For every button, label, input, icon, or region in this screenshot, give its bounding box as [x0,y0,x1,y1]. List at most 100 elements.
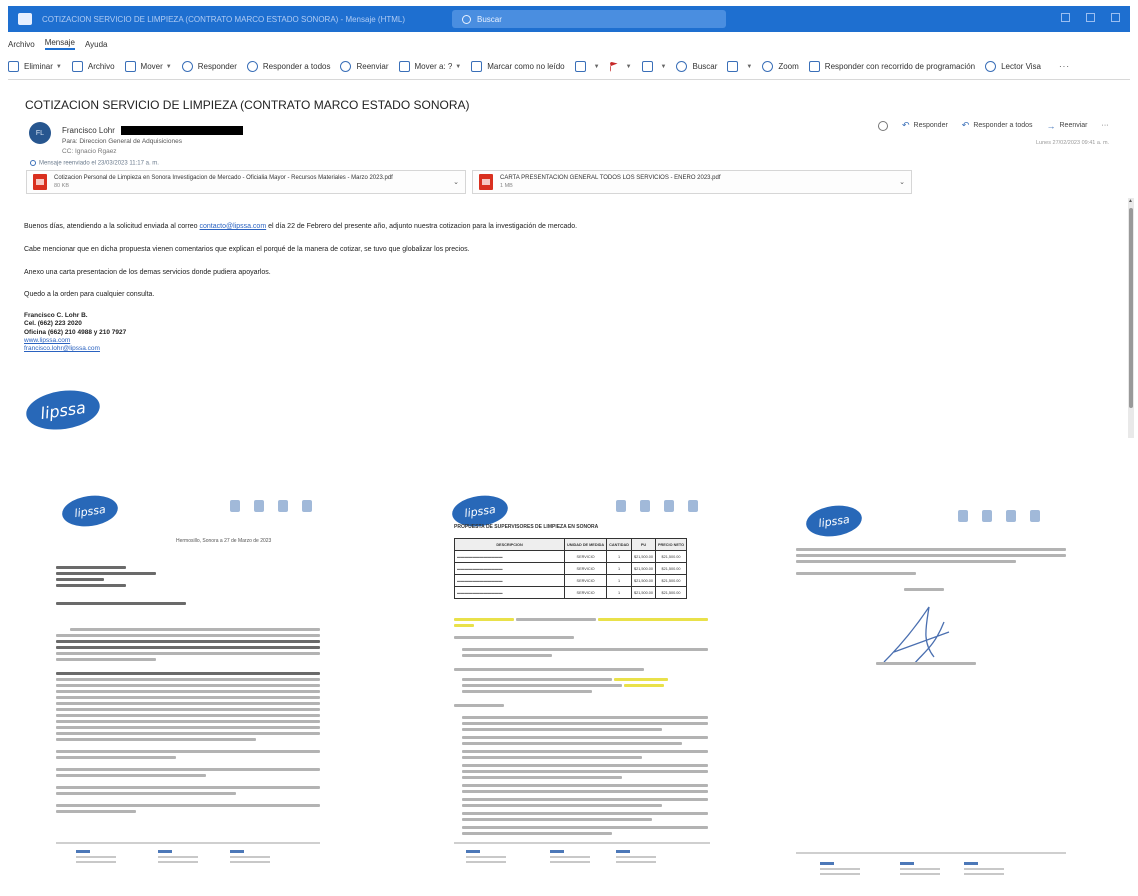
table-cell: $21,500.00 [630,550,656,563]
contact-icons [230,500,312,512]
forwarded-notice: Mensaje reenviado el 23/03/2023 11:17 a.… [30,160,159,167]
reply-icon: ↶ [902,120,910,130]
maximize-icon[interactable] [1086,13,1095,22]
forward-button[interactable]: Reenviar [340,61,389,72]
lipssa-logo: lipssa [60,492,120,530]
move-to-button[interactable]: Mover a: ? ▼ [398,61,461,72]
close-icon[interactable] [1111,13,1120,22]
reply-meeting-button[interactable]: Responder con recorrido de programación [808,61,975,72]
reply-all-button[interactable]: Responder a todos [246,61,330,72]
menu-archivo[interactable]: Archivo [8,40,35,49]
p1-text-end: el día 22 de Febrero del presente año, a… [266,223,578,230]
zoom-icon [762,61,774,72]
reader-label: Lector Visa [1001,62,1041,71]
signature-office: Oficina (662) 210 4988 y 210 7927 [24,328,127,336]
body-paragraph-2: Cabe mencionar que en dicha propuesta vi… [24,246,470,253]
email-link[interactable]: francisco.lohr@lipssa.com [24,345,126,353]
globe-icon [982,510,992,522]
phone-icon [302,500,312,512]
pdf-icon [479,174,493,190]
zoom-label: Zoom [778,62,799,71]
mail-icon [278,500,288,512]
category-icon [574,61,586,72]
menu-ayuda[interactable]: Ayuda [85,40,108,49]
table-cell: ▬▬▬▬▬▬▬▬▬▬▬▬ [454,586,565,599]
phone-icon [688,500,698,512]
msg-reply-button[interactable]: ↶ Responder [902,120,948,131]
document-page-2: lipssa PROPUESTA DE SUPERVISORES DE LIMP… [438,488,728,888]
minimize-icon[interactable] [1061,13,1070,22]
message-date: Lunes 27/02/2023 09:41 a. m. [1036,140,1110,146]
rules-button[interactable]: ▼ [641,61,666,72]
table-cell: SERVICIO [563,562,608,575]
scrollbar-thumb[interactable] [1129,208,1133,408]
find-button[interactable]: Buscar [676,61,717,72]
website-link[interactable]: www.lipssa.com [24,337,126,345]
msg-reply-all-button[interactable]: ↶ Responder a todos [962,120,1033,131]
zoom-button[interactable]: Zoom [762,61,799,72]
attachment-quote-pdf[interactable]: Cotizacion Personal de Limpieza en Sonor… [26,170,466,194]
body-paragraph-4: Quedo a la orden para cualquier consulta… [24,291,155,298]
mark-unread-button[interactable]: Marcar como no leído [471,61,565,72]
search-icon [676,61,688,72]
reply-all-icon [246,61,258,72]
sender-line: Francisco Lohr [62,126,243,135]
msg-reply-all-label: Responder a todos [973,122,1033,129]
move-to-label: Mover a: ? [414,62,453,71]
table-cell: $21,500.00 [630,586,656,599]
sender-name[interactable]: Francisco Lohr [62,126,115,135]
search-box[interactable]: Buscar [452,10,726,28]
table-cell: $21,500.00 [654,586,688,599]
menu-mensaje[interactable]: Mensaje [44,38,75,50]
attachment-size: 80 KB [54,183,69,189]
more-options-button[interactable]: ··· [1059,62,1070,71]
archive-label: Archivo [87,62,115,71]
contact-icons [616,500,698,512]
table-cell: SERVICIO [563,574,608,587]
table-row: ▬▬▬▬▬▬▬▬▬▬▬▬ SERVICIO 1 $21,500.00 $21,5… [454,586,688,599]
table-cell: 1 [606,586,632,599]
reply-button[interactable]: Responder [181,61,237,72]
table-cell: $21,500.00 [654,574,688,587]
quote-table: DESCRIPCION UNIDAD DE MEDIDA CANTIDAD PU… [454,538,688,599]
archive-button[interactable]: Archivo [71,61,115,72]
msg-forward-button[interactable]: → Reenviar [1047,121,1088,131]
table-cell: $21,500.00 [654,562,688,575]
table-header-row: DESCRIPCION UNIDAD DE MEDIDA CANTIDAD PU… [454,538,688,551]
translate-button[interactable]: ▼ [727,61,752,72]
signature-name: Francisco C. Lohr B. [24,312,88,319]
msg-forward-label: Reenviar [1059,122,1088,129]
categorize-button[interactable]: ▼ [574,61,600,72]
translate-icon [727,61,739,72]
flag-button[interactable]: ▼ [609,61,632,72]
chevron-down-icon[interactable]: ⌄ [453,178,459,186]
table-cell: $21,500.00 [630,574,656,587]
scrollbar[interactable]: ▲ [1128,198,1134,438]
header-cell: CANTIDAD [606,538,632,551]
document-page-3: lipssa [784,492,1084,888]
delete-label: Eliminar [24,62,53,71]
reader-button[interactable]: Lector Visa [985,61,1041,72]
contact-email-link[interactable]: contacto@lipssa.com [200,223,267,230]
table-cell: ▬▬▬▬▬▬▬▬▬▬▬▬ [454,562,565,575]
mail-icon [664,500,674,512]
move-button[interactable]: Mover ▼ [124,61,172,72]
emoji-icon[interactable] [878,120,888,131]
scroll-up-icon[interactable]: ▲ [1128,198,1133,204]
table-cell: ▬▬▬▬▬▬▬▬▬▬▬▬ [454,574,565,587]
body-paragraph-3: Anexo una carta presentacion de los dema… [24,269,271,276]
location-icon [616,500,626,512]
envelope-icon [471,61,483,72]
info-icon [30,160,36,166]
cc-line: CC: Ignacio Rgaez [62,148,117,155]
delete-button[interactable]: Eliminar ▼ [8,61,62,72]
chevron-down-icon[interactable]: ⌄ [899,178,905,186]
to-line: Para: Direccion General de Adquisiciones [62,138,182,145]
forward-icon: → [1046,120,1056,131]
reader-icon [985,61,997,72]
avatar: FL [29,122,51,144]
msg-more-button[interactable]: ··· [1102,122,1109,129]
globe-icon [254,500,264,512]
attachment-letter-pdf[interactable]: CARTA PRESENTACION GENERAL TODOS LOS SER… [472,170,912,194]
body-paragraph-1: Buenos días, atendiendo a la solicitud e… [24,223,577,230]
